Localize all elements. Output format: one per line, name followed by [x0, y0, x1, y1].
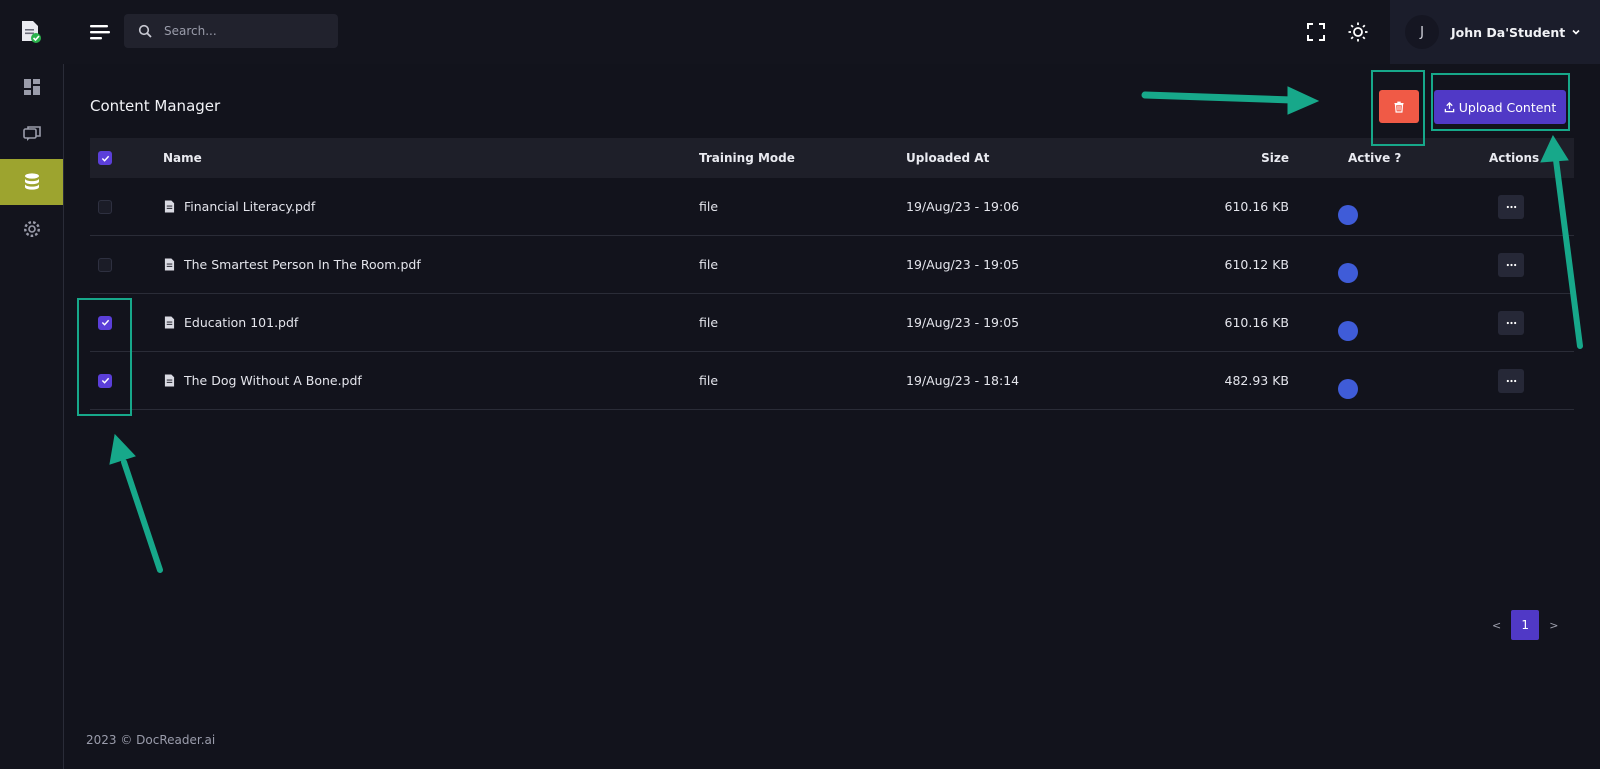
file-size: 610.12 KB [1224, 257, 1289, 272]
uploaded-at: 19/Aug/23 - 19:05 [906, 257, 1020, 272]
document-icon [164, 374, 175, 387]
pagination-prev[interactable]: < [1492, 619, 1501, 632]
user-menu[interactable]: J John Da'Student [1390, 0, 1600, 64]
sidebar-item-chats[interactable] [0, 111, 63, 157]
uploaded-at: 19/Aug/23 - 19:05 [906, 315, 1020, 330]
table-row[interactable]: The Dog Without A Bone.pdf file 19/Aug/2… [90, 352, 1574, 410]
file-size: 482.93 KB [1224, 373, 1289, 388]
file-name[interactable]: Financial Literacy.pdf [184, 199, 315, 214]
document-icon [164, 316, 175, 329]
table-row[interactable]: The Smartest Person In The Room.pdf file… [90, 236, 1574, 294]
pagination: < 1 > [1492, 610, 1558, 640]
select-all-checkbox[interactable] [98, 151, 112, 165]
chat-icon [22, 126, 41, 141]
menu-toggle-button[interactable] [89, 22, 111, 42]
training-mode: file [699, 257, 719, 272]
search-box [124, 14, 338, 48]
page-title: Content Manager [90, 97, 221, 115]
annotation-box-checkboxes [77, 298, 132, 416]
theme-toggle-button[interactable] [1347, 21, 1369, 43]
docreader-logo-icon[interactable] [20, 20, 42, 44]
file-name[interactable]: The Dog Without A Bone.pdf [184, 373, 362, 388]
pagination-next[interactable]: > [1549, 619, 1558, 632]
annotation-box-delete [1371, 70, 1425, 146]
sidebar-item-content[interactable] [0, 159, 63, 205]
row-actions-button[interactable] [1498, 368, 1524, 393]
uploaded-at: 19/Aug/23 - 18:14 [906, 373, 1020, 388]
training-mode: file [699, 315, 719, 330]
row-actions-button[interactable] [1498, 194, 1524, 219]
file-name[interactable]: Education 101.pdf [184, 315, 298, 330]
more-horizontal-icon [1506, 379, 1516, 382]
row-checkbox[interactable] [98, 199, 112, 214]
fullscreen-icon [1307, 23, 1325, 41]
fullscreen-button[interactable] [1306, 22, 1326, 42]
header-name[interactable]: Name [163, 151, 202, 165]
header-actions: Actions [1489, 151, 1540, 165]
row-actions-button[interactable] [1498, 252, 1524, 277]
training-mode: file [699, 199, 719, 214]
header-uploaded-at[interactable]: Uploaded At [906, 151, 989, 165]
header-size[interactable]: Size [1261, 151, 1289, 165]
search-input[interactable] [162, 23, 326, 39]
dashboard-icon [23, 79, 40, 95]
table-header: Name Training Mode Uploaded At Size Acti… [90, 138, 1574, 178]
hamburger-icon [90, 25, 110, 40]
footer-copyright: 2023 © DocReader.ai [86, 733, 216, 747]
annotation-arrow-checkboxes [121, 459, 163, 573]
header-active: Active ? [1348, 151, 1402, 165]
user-name: John Da'Student [1451, 24, 1566, 40]
annotation-box-upload [1431, 73, 1570, 131]
training-mode: file [699, 373, 719, 388]
row-checkbox[interactable] [98, 257, 112, 272]
gear-icon [23, 220, 40, 238]
uploaded-at: 19/Aug/23 - 19:06 [906, 199, 1020, 214]
document-icon [164, 258, 175, 271]
pagination-page-1[interactable]: 1 [1511, 610, 1540, 640]
table-row[interactable]: Education 101.pdf file 19/Aug/23 - 19:05… [90, 294, 1574, 352]
database-icon [24, 173, 39, 190]
topbar: J John Da'Student [63, 0, 1600, 64]
avatar: J [1405, 15, 1439, 49]
file-name[interactable]: The Smartest Person In The Room.pdf [184, 257, 421, 272]
annotation-arrow-delete [1141, 91, 1296, 104]
more-horizontal-icon [1506, 205, 1516, 208]
more-horizontal-icon [1506, 263, 1516, 266]
sun-icon [1348, 22, 1368, 42]
table-row[interactable]: Financial Literacy.pdf file 19/Aug/23 - … [90, 178, 1574, 236]
search-icon [138, 24, 152, 38]
content-table: Name Training Mode Uploaded At Size Acti… [90, 138, 1574, 410]
sidebar-item-dashboard[interactable] [0, 64, 63, 110]
document-icon [164, 200, 175, 213]
chevron-down-icon [1572, 29, 1580, 35]
file-size: 610.16 KB [1224, 199, 1289, 214]
sidebar [0, 0, 64, 769]
file-size: 610.16 KB [1224, 315, 1289, 330]
header-training-mode[interactable]: Training Mode [699, 151, 795, 165]
sidebar-item-settings[interactable] [0, 206, 63, 252]
row-actions-button[interactable] [1498, 310, 1524, 335]
check-icon [101, 155, 109, 162]
more-horizontal-icon [1506, 321, 1516, 324]
